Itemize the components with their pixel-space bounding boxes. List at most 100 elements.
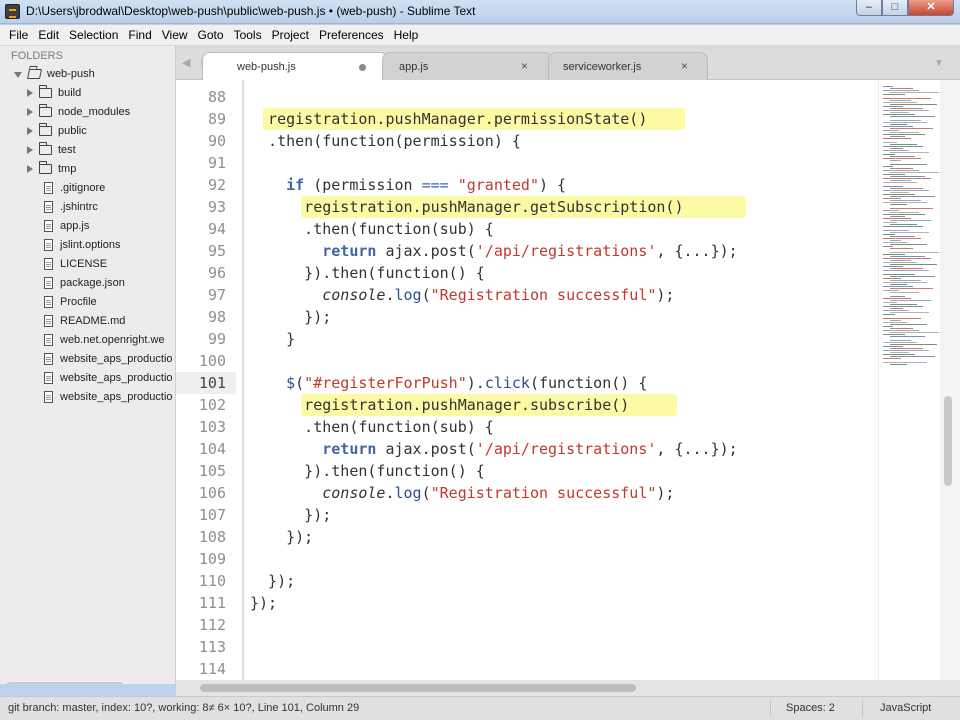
chevron-right-icon[interactable] bbox=[27, 126, 33, 135]
minimap-line bbox=[883, 270, 929, 271]
tab-close-icon[interactable]: × bbox=[681, 59, 688, 73]
tree-file-label: Procfile bbox=[60, 295, 97, 308]
code-line[interactable]: .then(function(permission) { bbox=[250, 130, 521, 152]
code-line[interactable]: .then(function(sub) { bbox=[250, 218, 494, 240]
tab-app-js[interactable]: app.js × bbox=[382, 52, 552, 80]
menu-project[interactable]: Project bbox=[267, 28, 314, 42]
code-line[interactable]: }); bbox=[250, 504, 331, 526]
vertical-scroll-thumb[interactable] bbox=[944, 396, 952, 486]
tab-bar: ◀ ▶ web-push.js app.js × serviceworker.j… bbox=[176, 46, 960, 80]
code-area[interactable]: registration.pushManager.permissionState… bbox=[242, 80, 878, 680]
tab-dropdown-icon[interactable]: ▼ bbox=[934, 58, 944, 69]
minimap-line bbox=[883, 106, 903, 107]
file-icon bbox=[44, 276, 53, 289]
chevron-right-icon[interactable] bbox=[27, 107, 33, 116]
code-line[interactable]: .then(function(sub) { bbox=[250, 416, 494, 438]
code-line[interactable]: return ajax.post('/api/registrations', {… bbox=[250, 438, 737, 460]
minimap-line bbox=[890, 284, 907, 285]
tree-folder-node-modules[interactable]: node_modules bbox=[27, 102, 130, 121]
chevron-down-icon[interactable] bbox=[14, 71, 22, 78]
menu-view[interactable]: View bbox=[157, 28, 193, 42]
code-line[interactable]: }).then(function() { bbox=[250, 460, 485, 482]
line-number: 102 bbox=[198, 396, 226, 414]
code-line[interactable]: registration.pushManager.permissionState… bbox=[250, 108, 647, 130]
code-line[interactable]: }); bbox=[250, 592, 277, 614]
file-icon bbox=[44, 333, 53, 346]
code-line[interactable]: if (permission === "granted") { bbox=[250, 174, 566, 196]
tree-folder-build[interactable]: build bbox=[27, 83, 81, 102]
tree-file-license[interactable]: LICENSE bbox=[44, 254, 107, 273]
tree-file-website-aps-3[interactable]: website_aps_productio bbox=[44, 387, 173, 406]
code-line[interactable]: $("#registerForPush").click(function() { bbox=[250, 372, 647, 394]
menu-preferences[interactable]: Preferences bbox=[314, 28, 389, 42]
code-editor[interactable]: 88 89 90 91 92 93 94 95 96 97 98 99 100 101 102 103 104 1… bbox=[176, 80, 940, 680]
minimap-line bbox=[890, 364, 907, 365]
menu-edit[interactable]: Edit bbox=[33, 28, 64, 42]
tab-web-push-js[interactable]: web-push.js bbox=[202, 52, 388, 80]
horizontal-scroll-thumb[interactable] bbox=[200, 684, 636, 692]
tree-file-web-net[interactable]: web.net.openright.we bbox=[44, 330, 165, 349]
chevron-right-icon[interactable] bbox=[27, 145, 33, 154]
sidebar-horizontal-scrollbar[interactable] bbox=[6, 682, 124, 684]
tree-file-jslint-options[interactable]: jslint.options bbox=[44, 235, 121, 254]
tab-close-icon[interactable]: × bbox=[521, 59, 528, 73]
unsaved-dot-icon[interactable] bbox=[359, 64, 366, 71]
vertical-scrollbar[interactable] bbox=[940, 80, 960, 680]
menu-selection[interactable]: Selection bbox=[64, 28, 123, 42]
minimap-line bbox=[890, 216, 905, 217]
minimap-line bbox=[883, 158, 921, 159]
tree-file-gitignore[interactable]: .gitignore bbox=[44, 178, 105, 197]
chevron-right-icon[interactable] bbox=[27, 88, 33, 97]
tree-folder-tmp[interactable]: tmp bbox=[27, 159, 76, 178]
tab-serviceworker-js[interactable]: serviceworker.js × bbox=[548, 52, 708, 80]
menu-find[interactable]: Find bbox=[123, 28, 156, 42]
tree-file-website-aps-1[interactable]: website_aps_productio bbox=[44, 349, 173, 368]
minimap-line bbox=[883, 230, 909, 231]
code-line[interactable]: registration.pushManager.getSubscription… bbox=[250, 196, 683, 218]
menu-tools[interactable]: Tools bbox=[229, 28, 267, 42]
file-icon bbox=[44, 219, 53, 232]
tree-file-procfile[interactable]: Procfile bbox=[44, 292, 97, 311]
chevron-right-icon[interactable] bbox=[27, 164, 33, 173]
minimap[interactable] bbox=[878, 80, 940, 680]
close-button[interactable]: ✕ bbox=[908, 0, 954, 16]
minimap-line bbox=[890, 192, 909, 193]
minimap-line bbox=[883, 258, 931, 259]
code-line[interactable]: return ajax.post('/api/registrations', {… bbox=[250, 240, 737, 262]
horizontal-scrollbar[interactable] bbox=[176, 680, 960, 696]
code-line[interactable]: console.log("Registration successful"); bbox=[250, 284, 674, 306]
minimap-line bbox=[883, 298, 911, 299]
code-line[interactable]: }); bbox=[250, 570, 295, 592]
menu-goto[interactable]: Goto bbox=[193, 28, 229, 42]
tree-file-readme[interactable]: README.md bbox=[44, 311, 125, 330]
minimap-line bbox=[890, 112, 909, 113]
minimap-line bbox=[883, 98, 931, 99]
code-line[interactable]: }); bbox=[250, 526, 313, 548]
tree-file-app-js[interactable]: app.js bbox=[44, 216, 89, 235]
folder-icon bbox=[39, 84, 52, 98]
menu-help[interactable]: Help bbox=[389, 28, 424, 42]
status-syntax[interactable]: JavaScript bbox=[880, 702, 931, 714]
minimap-line bbox=[883, 310, 909, 311]
tree-file-website-aps-2[interactable]: website_aps_productio bbox=[44, 368, 173, 387]
tree-file-package-json[interactable]: package.json bbox=[44, 273, 125, 292]
minimap-line bbox=[890, 340, 911, 341]
minimize-button[interactable]: – bbox=[856, 0, 882, 16]
code-line[interactable]: }).then(function() { bbox=[250, 262, 485, 284]
tree-file-jshintrc[interactable]: .jshintrc bbox=[44, 197, 98, 216]
maximize-button[interactable]: □ bbox=[882, 0, 908, 16]
minimap-line bbox=[890, 116, 935, 117]
minimap-line bbox=[890, 248, 913, 249]
line-number: 105 bbox=[198, 462, 226, 480]
code-line[interactable]: console.log("Registration successful"); bbox=[250, 482, 674, 504]
tree-folder-test[interactable]: test bbox=[27, 140, 76, 159]
tree-root-web-push[interactable]: web-push bbox=[14, 64, 95, 83]
minimap-line bbox=[890, 156, 915, 157]
minimap-line bbox=[883, 174, 905, 175]
menu-file[interactable]: File bbox=[4, 28, 33, 42]
code-line[interactable]: }); bbox=[250, 306, 331, 328]
code-line[interactable]: } bbox=[250, 328, 295, 350]
status-indentation[interactable]: Spaces: 2 bbox=[786, 702, 835, 714]
code-line[interactable]: registration.pushManager.subscribe() bbox=[250, 394, 629, 416]
tree-folder-public[interactable]: public bbox=[27, 121, 87, 140]
